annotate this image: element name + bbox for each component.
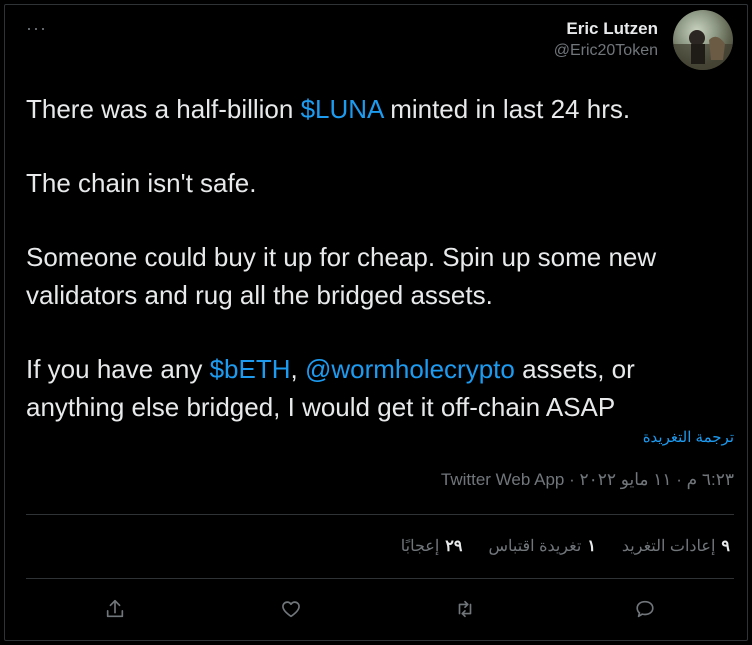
retweets-stat[interactable]: ٩ إعادات التغريد xyxy=(622,536,730,556)
tweet-actions xyxy=(0,594,752,624)
tweet-text-span: If you have any xyxy=(26,354,210,384)
share-icon[interactable] xyxy=(100,594,130,624)
like-icon[interactable] xyxy=(276,594,306,624)
author-name[interactable]: Eric Lutzen xyxy=(554,18,658,40)
avatar-image xyxy=(673,30,733,70)
likes-stat[interactable]: ٢٩ إعجابًا xyxy=(401,536,463,556)
translate-tweet-link[interactable]: ترجمة التغريدة xyxy=(643,428,734,446)
retweet-icon[interactable] xyxy=(450,594,480,624)
cashtag-beth-link[interactable]: $bETH xyxy=(210,354,291,384)
tweet-paragraph-4: If you have any $bETH, @wormholecrypto a… xyxy=(26,350,736,426)
author-handle[interactable]: @Eric20Token xyxy=(554,40,658,62)
tweet-text: There was a half-billion $LUNA minted in… xyxy=(26,90,736,426)
quotes-count: ١ xyxy=(587,538,596,555)
reply-icon[interactable] xyxy=(630,594,660,624)
tweet-text-span: There was a half-billion xyxy=(26,94,301,124)
retweets-count: ٩ xyxy=(721,538,730,555)
avatar[interactable] xyxy=(673,10,733,70)
quotes-stat[interactable]: ١ تغريدة اقتباس xyxy=(488,536,595,556)
tweet-text-span: , xyxy=(290,354,305,384)
author-block[interactable]: Eric Lutzen @Eric20Token xyxy=(554,18,658,62)
divider xyxy=(26,514,734,515)
cashtag-luna-link[interactable]: $LUNA xyxy=(301,94,383,124)
tweet-paragraph-1: There was a half-billion $LUNA minted in… xyxy=(26,90,736,128)
likes-count: ٢٩ xyxy=(445,538,463,555)
tweet-stats: ٩ إعادات التغريد ١ تغريدة اقتباس ٢٩ إعجابًا xyxy=(401,536,730,556)
retweets-label: إعادات التغريد xyxy=(621,538,716,555)
quotes-label: تغريدة اقتباس xyxy=(488,538,582,555)
tweet-text-span: minted in last 24 hrs. xyxy=(382,94,631,124)
tweet-paragraph-2: The chain isn't safe. xyxy=(26,168,257,198)
likes-label: إعجابًا xyxy=(400,538,440,555)
tweet-timestamp-source[interactable]: ٦:٢٣ م · ١١ مايو ٢٠٢٢ · Twitter Web App xyxy=(441,470,734,490)
more-options-icon[interactable]: ··· xyxy=(26,18,47,39)
tweet-paragraph-3: Someone could buy it up for cheap. Spin … xyxy=(26,242,657,310)
divider xyxy=(26,578,734,579)
mention-wormholecrypto-link[interactable]: @wormholecrypto xyxy=(305,354,515,384)
